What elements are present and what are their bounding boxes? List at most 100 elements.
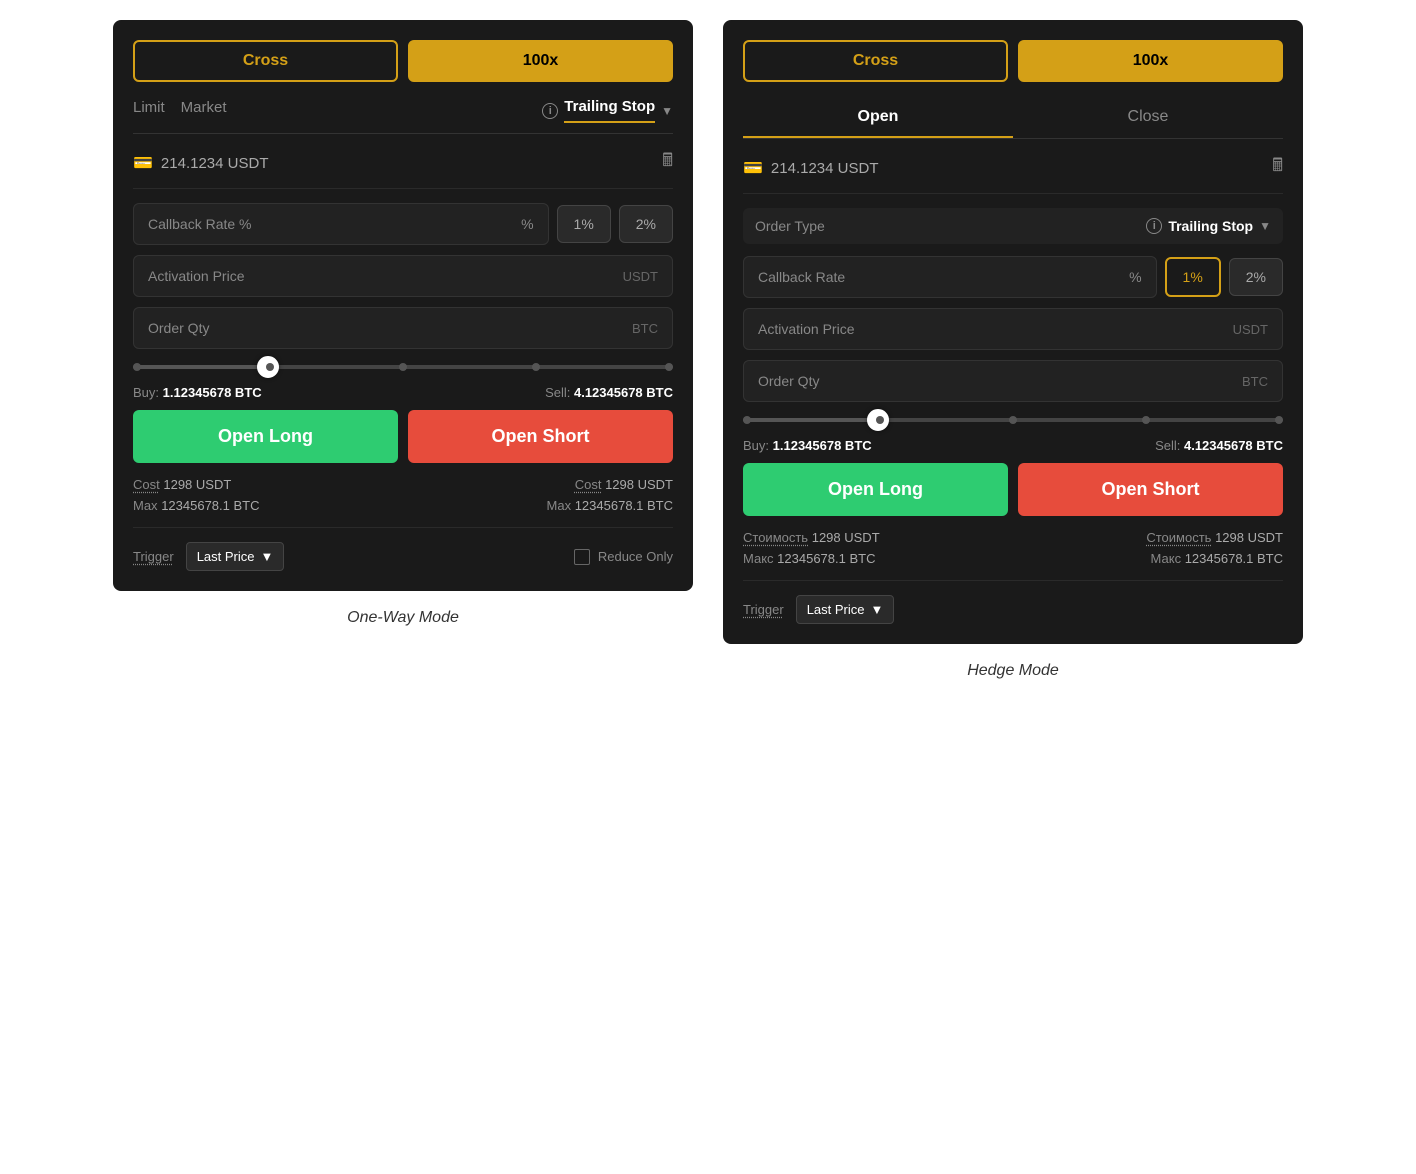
buy-value-left: 1.12345678 BTC <box>163 385 262 400</box>
activation-price-right[interactable]: Activation Price USDT <box>743 308 1283 350</box>
callback-unit-right: % <box>1129 269 1141 285</box>
slider-dot-r3 <box>1009 416 1017 424</box>
activation-placeholder-right: Activation Price <box>758 321 854 337</box>
sell-label-left: Sell: 4.12345678 BTC <box>545 385 673 400</box>
chevron-down-icon-left[interactable]: ▼ <box>661 104 673 118</box>
slider-dot-3 <box>399 363 407 371</box>
callback-rate-row-left: Callback Rate % % 1% 2% <box>133 203 673 245</box>
max-buy-left: Max 12345678.1 BTC <box>133 498 259 513</box>
balance-row-right: 💳 214.1234 USDT 🖩 <box>743 153 1283 194</box>
rate-btn-1-left[interactable]: 1% <box>557 205 611 243</box>
last-price-label-right: Last Price <box>807 602 865 617</box>
order-type-value: i Trailing Stop ▼ <box>1146 218 1271 234</box>
trailing-stop-left: i Trailing Stop ▼ <box>542 98 673 123</box>
left-panel-label: One-Way Mode <box>347 609 459 627</box>
open-long-button-left[interactable]: Open Long <box>133 410 398 463</box>
cross-button-right[interactable]: Cross <box>743 40 1008 82</box>
slider-dot-5 <box>665 363 673 371</box>
callback-input-left[interactable]: Callback Rate % % <box>133 203 549 245</box>
cross-button-left[interactable]: Cross <box>133 40 398 82</box>
order-qty-right[interactable]: Order Qty BTC <box>743 360 1283 402</box>
buy-value-right: 1.12345678 BTC <box>773 438 872 453</box>
activation-price-left[interactable]: Activation Price USDT <box>133 255 673 297</box>
one-way-mode-panel: Cross 100x Limit Market i Trailing Stop … <box>113 20 693 591</box>
activation-unit-right: USDT <box>1233 322 1268 337</box>
last-price-select-left[interactable]: Last Price ▼ <box>186 542 285 571</box>
buy-sell-info-left: Buy: 1.12345678 BTC Sell: 4.12345678 BTC <box>133 385 673 400</box>
trigger-label-right: Trigger <box>743 602 784 617</box>
trigger-label-left: Trigger <box>133 549 174 564</box>
callback-placeholder-right: Callback Rate <box>758 269 845 285</box>
trigger-row-left: Trigger Last Price ▼ Reduce Only <box>133 527 673 571</box>
cost-info-right: Стоимость 1298 USDT Стоимость 1298 USDT <box>743 530 1283 545</box>
open-short-button-right[interactable]: Open Short <box>1018 463 1283 516</box>
sell-value-right: 4.12345678 BTC <box>1184 438 1283 453</box>
hedge-tabs: Open Close <box>743 98 1283 139</box>
tab-trailing-stop-left[interactable]: Trailing Stop <box>564 98 655 123</box>
qty-unit-right: BTC <box>1242 374 1268 389</box>
calculator-icon-left[interactable]: 🖩 <box>662 148 673 178</box>
left-panel-wrapper: Cross 100x Limit Market i Trailing Stop … <box>113 20 693 627</box>
max-buy-value-left: 12345678.1 BTC <box>161 498 259 513</box>
balance-row-left: 💳 214.1234 USDT 🖩 <box>133 148 673 189</box>
order-qty-left[interactable]: Order Qty BTC <box>133 307 673 349</box>
max-buy-right: Макс 12345678.1 BTC <box>743 551 875 566</box>
info-icon-left[interactable]: i <box>542 103 558 119</box>
activation-unit-left: USDT <box>623 269 658 284</box>
cost-sell-left: Cost 1298 USDT <box>575 477 673 492</box>
info-icon-right[interactable]: i <box>1146 218 1162 234</box>
slider-thumb-right[interactable] <box>867 409 889 431</box>
qty-placeholder-left: Order Qty <box>148 320 209 336</box>
slider-dot-r4 <box>1142 416 1150 424</box>
rate-btn-2-left[interactable]: 2% <box>619 205 673 243</box>
calculator-icon-right[interactable]: 🖩 <box>1272 153 1283 183</box>
cost-info-left: Cost 1298 USDT Cost 1298 USDT <box>133 477 673 492</box>
rate-btn-2-right[interactable]: 2% <box>1229 258 1283 296</box>
rate-btn-1-right[interactable]: 1% <box>1165 257 1221 297</box>
last-price-label-left: Last Price <box>197 549 255 564</box>
balance-info-right: 💳 214.1234 USDT <box>743 158 879 178</box>
trigger-chevron-right: ▼ <box>871 602 884 617</box>
cost-sell-right: Стоимость 1298 USDT <box>1146 530 1283 545</box>
callback-rate-row-right: Callback Rate % 1% 2% <box>743 256 1283 298</box>
balance-value-left: 214.1234 USDT <box>161 155 269 172</box>
open-short-button-left[interactable]: Open Short <box>408 410 673 463</box>
order-type-chevron[interactable]: ▼ <box>1259 219 1271 233</box>
cost-buy-left: Cost 1298 USDT <box>133 477 231 492</box>
slider-right[interactable] <box>743 418 1283 422</box>
trigger-chevron-left: ▼ <box>261 549 274 564</box>
callback-placeholder-left: Callback Rate % <box>148 216 252 232</box>
max-info-left: Max 12345678.1 BTC Max 12345678.1 BTC <box>133 498 673 513</box>
leverage-button-right[interactable]: 100x <box>1018 40 1283 82</box>
slider-dot-4 <box>532 363 540 371</box>
leverage-button-left[interactable]: 100x <box>408 40 673 82</box>
last-price-select-right[interactable]: Last Price ▼ <box>796 595 895 624</box>
order-type-row-left: Limit Market i Trailing Stop ▼ <box>133 98 673 134</box>
buy-label-left: Buy: 1.12345678 BTC <box>133 385 262 400</box>
callback-input-right[interactable]: Callback Rate % <box>743 256 1157 298</box>
right-panel-label: Hedge Mode <box>967 662 1059 680</box>
max-sell-right: Макс 12345678.1 BTC <box>1151 551 1283 566</box>
slider-thumb-left[interactable] <box>257 356 279 378</box>
hedge-mode-panel: Cross 100x Open Close 💳 214.1234 USDT 🖩 … <box>723 20 1303 644</box>
buy-sell-info-right: Buy: 1.12345678 BTC Sell: 4.12345678 BTC <box>743 438 1283 453</box>
tab-close-right[interactable]: Close <box>1013 98 1283 138</box>
tab-market-left[interactable]: Market <box>181 99 227 122</box>
sell-value-left: 4.12345678 BTC <box>574 385 673 400</box>
trigger-row-right: Trigger Last Price ▼ <box>743 580 1283 624</box>
tab-open-right[interactable]: Open <box>743 98 1013 138</box>
slider-fill-left <box>133 365 268 369</box>
tab-limit-left[interactable]: Limit <box>133 99 165 122</box>
reduce-only-checkbox-left[interactable] <box>574 549 590 565</box>
order-type-trailing: Trailing Stop <box>1168 218 1253 234</box>
slider-left[interactable] <box>133 365 673 369</box>
slider-dot-r5 <box>1275 416 1283 424</box>
open-long-button-right[interactable]: Open Long <box>743 463 1008 516</box>
order-type-label: Order Type <box>755 218 825 234</box>
callback-unit-left: % <box>521 216 533 232</box>
reduce-only-left[interactable]: Reduce Only <box>574 549 673 565</box>
top-buttons-right: Cross 100x <box>743 40 1283 82</box>
max-buy-value-right: 12345678.1 BTC <box>777 551 875 566</box>
order-type-select-row[interactable]: Order Type i Trailing Stop ▼ <box>743 208 1283 244</box>
action-buttons-right: Open Long Open Short <box>743 463 1283 516</box>
